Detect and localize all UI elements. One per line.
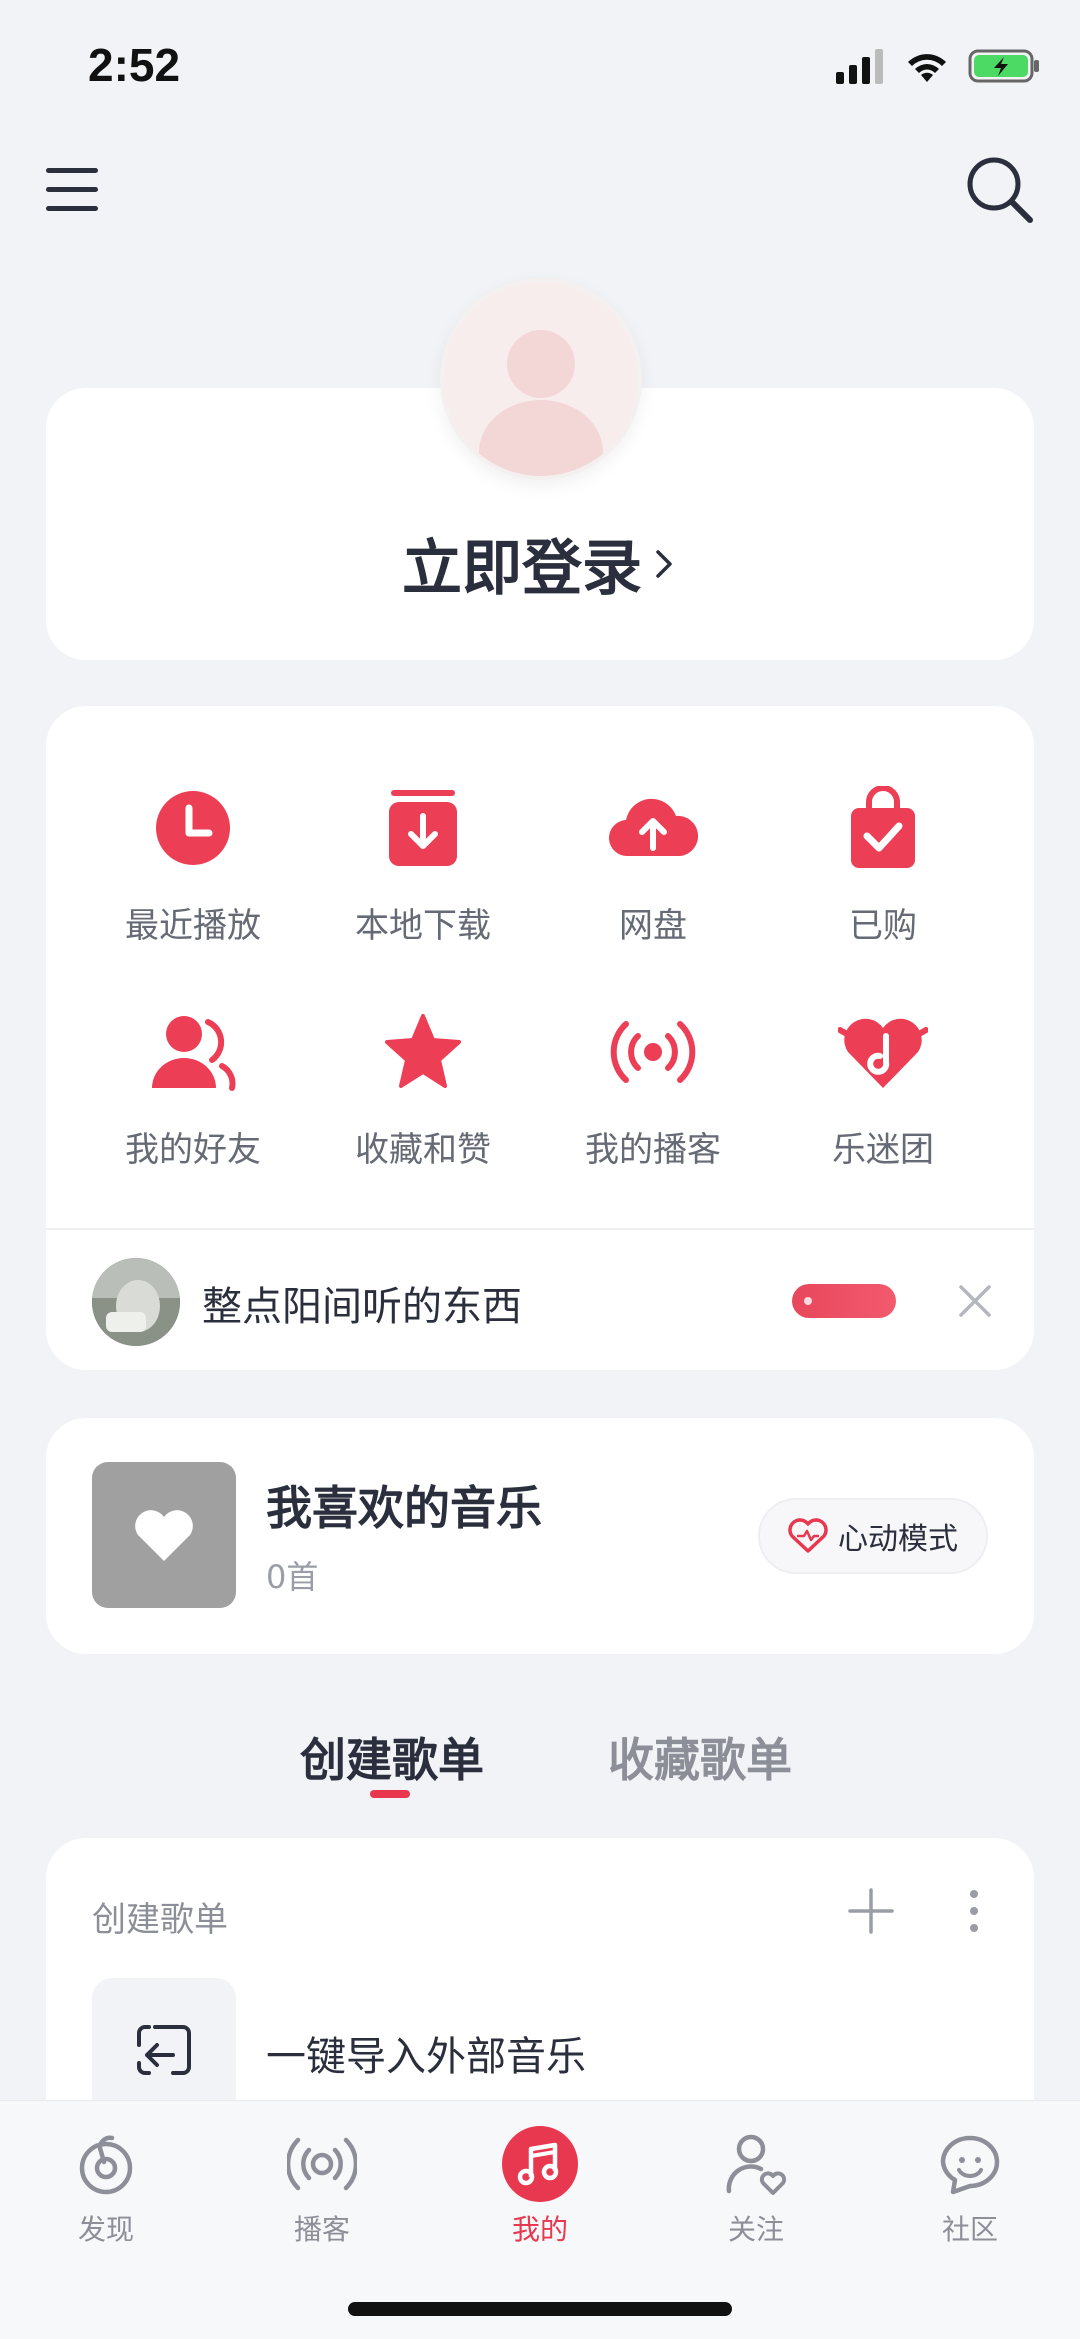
nav-item-community[interactable]: 社区 bbox=[900, 2124, 1040, 2248]
playlist-more-button[interactable] bbox=[962, 1886, 986, 1936]
battery-icon bbox=[968, 49, 1039, 83]
grid-item-purchased[interactable]: 已购 bbox=[768, 778, 998, 947]
recommendation-text[interactable]: 整点阳间听的东西 bbox=[202, 1274, 522, 1332]
grid-label: 乐迷团 bbox=[832, 1130, 934, 1170]
hamburger-menu-icon bbox=[46, 168, 98, 211]
avatar[interactable] bbox=[440, 278, 642, 480]
shopping-bag-icon bbox=[851, 786, 915, 868]
home-indicator bbox=[348, 2302, 732, 2316]
cover-image-icon bbox=[92, 1258, 180, 1346]
heart-icon bbox=[135, 1510, 193, 1561]
nav-label: 关注 bbox=[727, 2213, 784, 2246]
nav-label: 播客 bbox=[293, 2213, 350, 2246]
grid-label: 我的好友 bbox=[125, 1130, 261, 1170]
liked-music-cover bbox=[92, 1462, 236, 1608]
recommendation-cover[interactable] bbox=[92, 1258, 180, 1346]
grid-label: 最近播放 bbox=[125, 906, 261, 946]
search-button[interactable] bbox=[960, 150, 1040, 230]
friends-icon bbox=[152, 1016, 236, 1091]
follow-icon bbox=[726, 2134, 787, 2195]
playlist-section-header: 创建歌单 bbox=[92, 1900, 228, 1940]
plus-icon bbox=[848, 1888, 894, 1934]
chevron-right-icon bbox=[656, 549, 672, 578]
login-label: 立即登录 bbox=[402, 534, 642, 604]
grid-label: 网盘 bbox=[619, 906, 687, 946]
nav-label: 发现 bbox=[77, 2213, 134, 2246]
tab-collected-playlists[interactable]: 收藏歌单 bbox=[608, 1724, 792, 1790]
grid-item-friends[interactable]: 我的好友 bbox=[78, 1002, 308, 1171]
nav-item-follow[interactable]: 关注 bbox=[686, 2124, 826, 2248]
menu-button[interactable] bbox=[42, 160, 102, 220]
star-icon bbox=[385, 1014, 461, 1088]
import-music-label[interactable]: 一键导入外部音乐 bbox=[266, 2024, 586, 2082]
divider bbox=[46, 1228, 1034, 1230]
grid-item-recent[interactable]: 最近播放 bbox=[78, 778, 308, 947]
grid-item-podcast[interactable]: 我的播客 bbox=[538, 1002, 768, 1171]
nav-item-mine[interactable]: 我的 bbox=[470, 2124, 610, 2248]
cloud-upload-icon bbox=[608, 798, 698, 857]
grid-label: 收藏和赞 bbox=[355, 1130, 491, 1170]
discover-icon bbox=[79, 2135, 133, 2195]
import-icon bbox=[137, 2025, 191, 2075]
fan-club-icon bbox=[838, 1018, 928, 1088]
grid-item-fan-club[interactable]: 乐迷团 bbox=[768, 1002, 998, 1171]
nav-label: 社区 bbox=[941, 2213, 998, 2246]
status-icons bbox=[834, 44, 1040, 88]
pill-dot-icon bbox=[804, 1297, 812, 1305]
podcast-icon bbox=[610, 1021, 696, 1083]
search-icon bbox=[967, 157, 1033, 223]
recommendation-close-button[interactable] bbox=[952, 1278, 998, 1324]
grid-item-download[interactable]: 本地下载 bbox=[308, 778, 538, 947]
tab-indicator bbox=[370, 1790, 410, 1798]
more-vertical-icon bbox=[970, 1890, 978, 1932]
clock-icon bbox=[156, 791, 230, 865]
signal-icon bbox=[836, 49, 883, 84]
tab-created-playlists[interactable]: 创建歌单 bbox=[300, 1724, 484, 1790]
heart-mode-button[interactable]: 心动模式 bbox=[758, 1498, 988, 1574]
grid-label: 本地下载 bbox=[355, 906, 491, 946]
recommendation-play-pill[interactable] bbox=[792, 1284, 896, 1318]
default-avatar-icon bbox=[479, 330, 603, 476]
community-icon bbox=[940, 2135, 1000, 2195]
nav-item-discover[interactable]: 发现 bbox=[36, 2124, 176, 2248]
grid-item-cloud[interactable]: 网盘 bbox=[538, 778, 768, 947]
grid-item-likes[interactable]: 收藏和赞 bbox=[308, 1002, 538, 1171]
close-icon bbox=[959, 1285, 991, 1317]
login-button[interactable]: 立即登录 bbox=[0, 520, 1080, 607]
liked-music-title: 我喜欢的音乐 bbox=[266, 1481, 542, 1535]
heartbeat-icon bbox=[788, 1518, 828, 1553]
heart-mode-label: 心动模式 bbox=[838, 1522, 958, 1557]
wifi-icon bbox=[908, 54, 946, 82]
nav-item-podcast[interactable]: 播客 bbox=[252, 2124, 392, 2248]
grid-label: 已购 bbox=[849, 906, 917, 946]
create-playlist-button[interactable] bbox=[846, 1886, 896, 1936]
nav-label: 我的 bbox=[511, 2213, 568, 2246]
podcast-icon bbox=[287, 2137, 357, 2191]
status-time: 2:52 bbox=[88, 39, 181, 91]
download-icon bbox=[389, 790, 457, 866]
music-note-icon bbox=[502, 2126, 578, 2202]
liked-music-count: 0首 bbox=[266, 1558, 319, 1596]
grid-label: 我的播客 bbox=[585, 1130, 721, 1170]
